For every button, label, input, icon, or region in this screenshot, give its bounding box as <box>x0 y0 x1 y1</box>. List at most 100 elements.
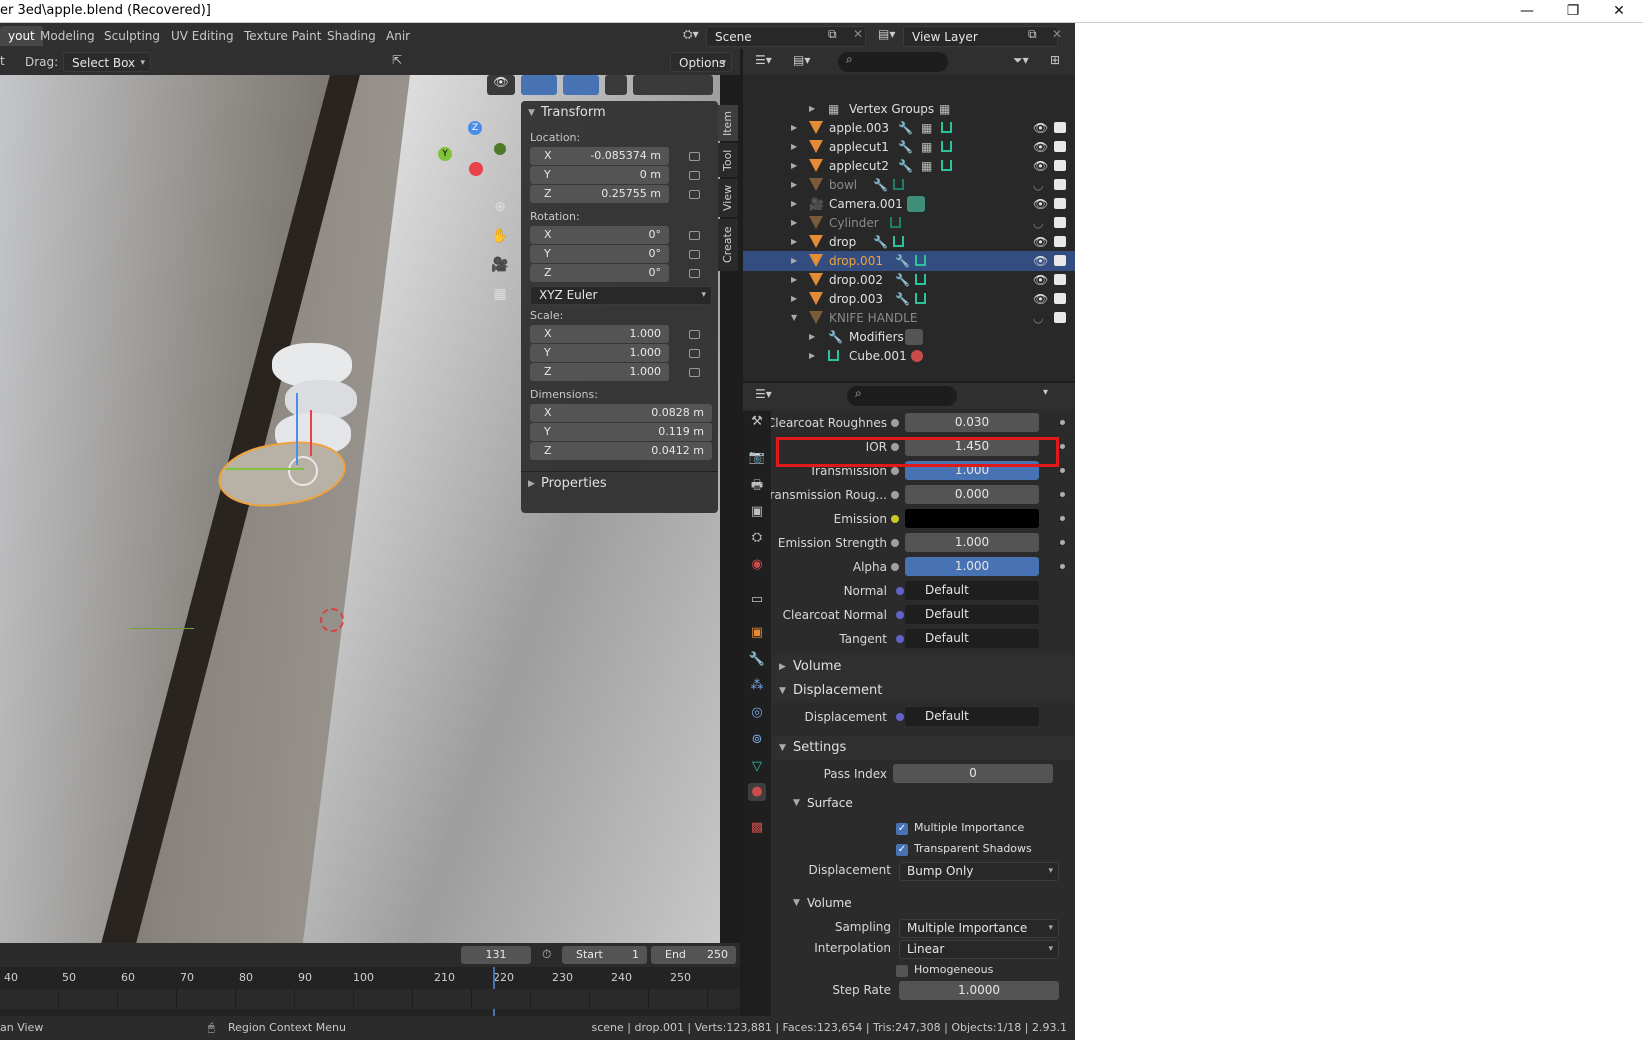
vertex-group-icon[interactable]: ▦ <box>921 156 932 176</box>
modifier-wrench-icon[interactable]: 🔧 <box>895 270 910 290</box>
modifier-wrench-icon[interactable]: 🔧 <box>873 232 888 252</box>
mesh-data-icon[interactable] <box>915 293 926 304</box>
outliner-row-drop-002[interactable]: ▶ drop.002 🔧 👁 <box>743 270 1075 290</box>
output-tab-icon[interactable]: 🖶 <box>748 477 766 495</box>
render-camera-icon[interactable] <box>1054 141 1066 152</box>
eye-icon[interactable]: 👁 <box>1033 251 1048 271</box>
rotation-z-field[interactable]: Z 0° <box>530 264 669 282</box>
prop-clearcoat-normal[interactable]: Clearcoat Normal Default <box>771 603 1075 627</box>
axis-z-icon[interactable]: Z <box>468 121 482 135</box>
prop-displacement[interactable]: Displacement Default <box>771 705 1075 729</box>
eye-closed-icon[interactable]: ◡ <box>1033 213 1043 233</box>
surface-displacement-select[interactable]: Bump Only ▾ <box>899 862 1059 881</box>
eye-icon[interactable]: 👁 <box>1033 232 1048 252</box>
3d-cursor-icon[interactable] <box>320 608 344 632</box>
outliner-row-camera-001[interactable]: ▶ 🎥 Camera.001 👁 <box>743 194 1075 214</box>
keyframe-dot-icon[interactable] <box>1060 516 1065 521</box>
prop-normal[interactable]: Normal Default <box>771 579 1075 603</box>
outliner-row-modifiers[interactable]: ▶ 🔧 Modifiers <box>743 327 1075 347</box>
end-frame-field[interactable]: End 250 <box>651 946 736 964</box>
outliner-row-apple-003[interactable]: ▶ apple.003 🔧 ▦ 👁 <box>743 118 1075 138</box>
transparent-shadows-checkbox[interactable]: ✓ <box>896 844 908 856</box>
camera-view-icon[interactable]: 🎥 <box>488 251 512 280</box>
render-camera-icon[interactable] <box>1054 179 1066 190</box>
dimensions-x-field[interactable]: X 0.0828 m <box>530 404 712 422</box>
object-tab-icon[interactable]: ▣ <box>748 624 766 642</box>
render-tab-icon[interactable]: 📷 <box>748 449 766 467</box>
gizmo-z-axis[interactable] <box>296 393 298 465</box>
options-chevron-icon[interactable]: ▾ <box>1043 387 1048 398</box>
multiple-importance-checkbox[interactable]: ✓ <box>896 823 908 835</box>
vector-socket-icon[interactable] <box>896 611 904 619</box>
particles-tab-icon[interactable]: ⁂ <box>748 677 766 695</box>
render-camera-icon[interactable] <box>1054 160 1066 171</box>
start-frame-field[interactable]: Start 1 <box>562 946 647 964</box>
render-camera-icon[interactable] <box>1054 274 1066 285</box>
socket-icon[interactable] <box>891 467 899 475</box>
delete-layer-icon[interactable]: ✕ <box>1052 27 1062 41</box>
ortho-grid-icon[interactable]: ▦ <box>488 280 512 309</box>
gizmo-y-axis[interactable] <box>310 410 312 456</box>
copy-scene-icon[interactable]: ⧉ <box>828 27 837 42</box>
render-camera-icon[interactable] <box>1054 293 1066 304</box>
overlay-toggle-icon[interactable] <box>563 75 599 95</box>
location-x-field[interactable]: X -0.085374 m <box>530 147 669 165</box>
view-layer-tab-icon[interactable]: ▣ <box>748 503 766 521</box>
vector-socket-icon[interactable] <box>896 713 904 721</box>
homogeneous-checkbox[interactable] <box>896 965 908 977</box>
scale-x-field[interactable]: X 1.000 <box>530 325 669 343</box>
close-button[interactable]: ✕ <box>1596 0 1642 22</box>
rotation-x-field[interactable]: X 0° <box>530 226 669 244</box>
lock-icon[interactable] <box>689 368 700 377</box>
lock-icon[interactable] <box>689 269 700 278</box>
vector-socket-icon[interactable] <box>896 635 904 643</box>
modifier-wrench-icon[interactable]: 🔧 <box>898 137 913 157</box>
stopwatch-icon[interactable]: ⏱ <box>542 947 551 962</box>
shading-mode-icons[interactable] <box>633 75 713 95</box>
location-y-field[interactable]: Y0 m <box>530 166 669 184</box>
modifier-stack-icon[interactable] <box>905 329 923 345</box>
socket-icon[interactable] <box>891 563 899 571</box>
outliner-row-drop-001[interactable]: ▶ drop.001 🔧 👁 <box>743 251 1075 271</box>
displacement-panel-header[interactable]: ▼ Displacement <box>771 679 1075 703</box>
sampling-select[interactable]: Multiple Importance ▾ <box>899 919 1059 938</box>
pan-hand-icon[interactable]: ✋ <box>488 222 512 251</box>
keyframe-dot-icon[interactable] <box>1060 468 1065 473</box>
color-socket-icon[interactable] <box>891 515 899 523</box>
tab-modeling[interactable]: Modeling <box>32 26 103 46</box>
tab-animation[interactable]: Anir <box>378 26 418 46</box>
outliner-row-cylinder[interactable]: ▶ Cylinder ◡ <box>743 213 1075 233</box>
tab-item[interactable]: Item <box>718 105 738 141</box>
outliner-row-knife-handle[interactable]: ▼ KNIFE HANDLE ◡ <box>743 308 1075 328</box>
collection-tab-icon[interactable]: ▭ <box>748 591 766 609</box>
mesh-data-icon[interactable] <box>915 255 926 266</box>
mesh-data-icon[interactable] <box>941 141 952 152</box>
volume-panel-header[interactable]: ▶ Volume <box>771 655 1075 679</box>
interpolation-select[interactable]: Linear ▾ <box>899 940 1059 959</box>
properties-search-input[interactable]: ⌕ <box>847 386 957 406</box>
socket-icon[interactable] <box>891 419 899 427</box>
render-camera-icon[interactable] <box>1054 255 1066 266</box>
vertex-group-icon[interactable]: ▦ <box>921 137 932 157</box>
prop-transmission-roughness[interactable]: Transmission Roug... 0.000 <box>764 483 1075 507</box>
outliner-row-vertex-groups[interactable]: ▶ ▦ Vertex Groups ▦ <box>743 99 1075 119</box>
eye-icon[interactable]: 👁 <box>1033 156 1048 176</box>
tab-sculpting[interactable]: Sculpting <box>96 26 168 46</box>
location-z-field[interactable]: Z 0.25755 m <box>530 185 669 203</box>
outliner-search-input[interactable]: ⌕ <box>838 52 948 72</box>
tab-uv-editing[interactable]: UV Editing <box>163 26 242 46</box>
gizmo-x-axis[interactable] <box>226 468 304 470</box>
keyframe-dot-icon[interactable] <box>1060 420 1065 425</box>
tab-shading[interactable]: Shading <box>319 26 384 46</box>
outliner-row-bowl[interactable]: ▶ bowl 🔧 ◡ <box>743 175 1075 195</box>
minimize-button[interactable]: — <box>1504 0 1550 22</box>
outliner-row-applecut2[interactable]: ▶ applecut2 🔧 ▦ 👁 <box>743 156 1075 176</box>
eye-icon[interactable]: 👁 <box>1033 118 1048 138</box>
lock-icon[interactable] <box>689 231 700 240</box>
drag-select[interactable]: Select Box ▾ <box>63 52 151 72</box>
modifier-wrench-icon[interactable]: 🔧 <box>898 118 913 138</box>
material-icon[interactable] <box>911 350 923 362</box>
view-layer-icon[interactable]: ▤▾ <box>878 27 895 41</box>
dimensions-y-field[interactable]: Y 0.119 m <box>530 423 712 441</box>
lock-icon[interactable] <box>689 330 700 339</box>
